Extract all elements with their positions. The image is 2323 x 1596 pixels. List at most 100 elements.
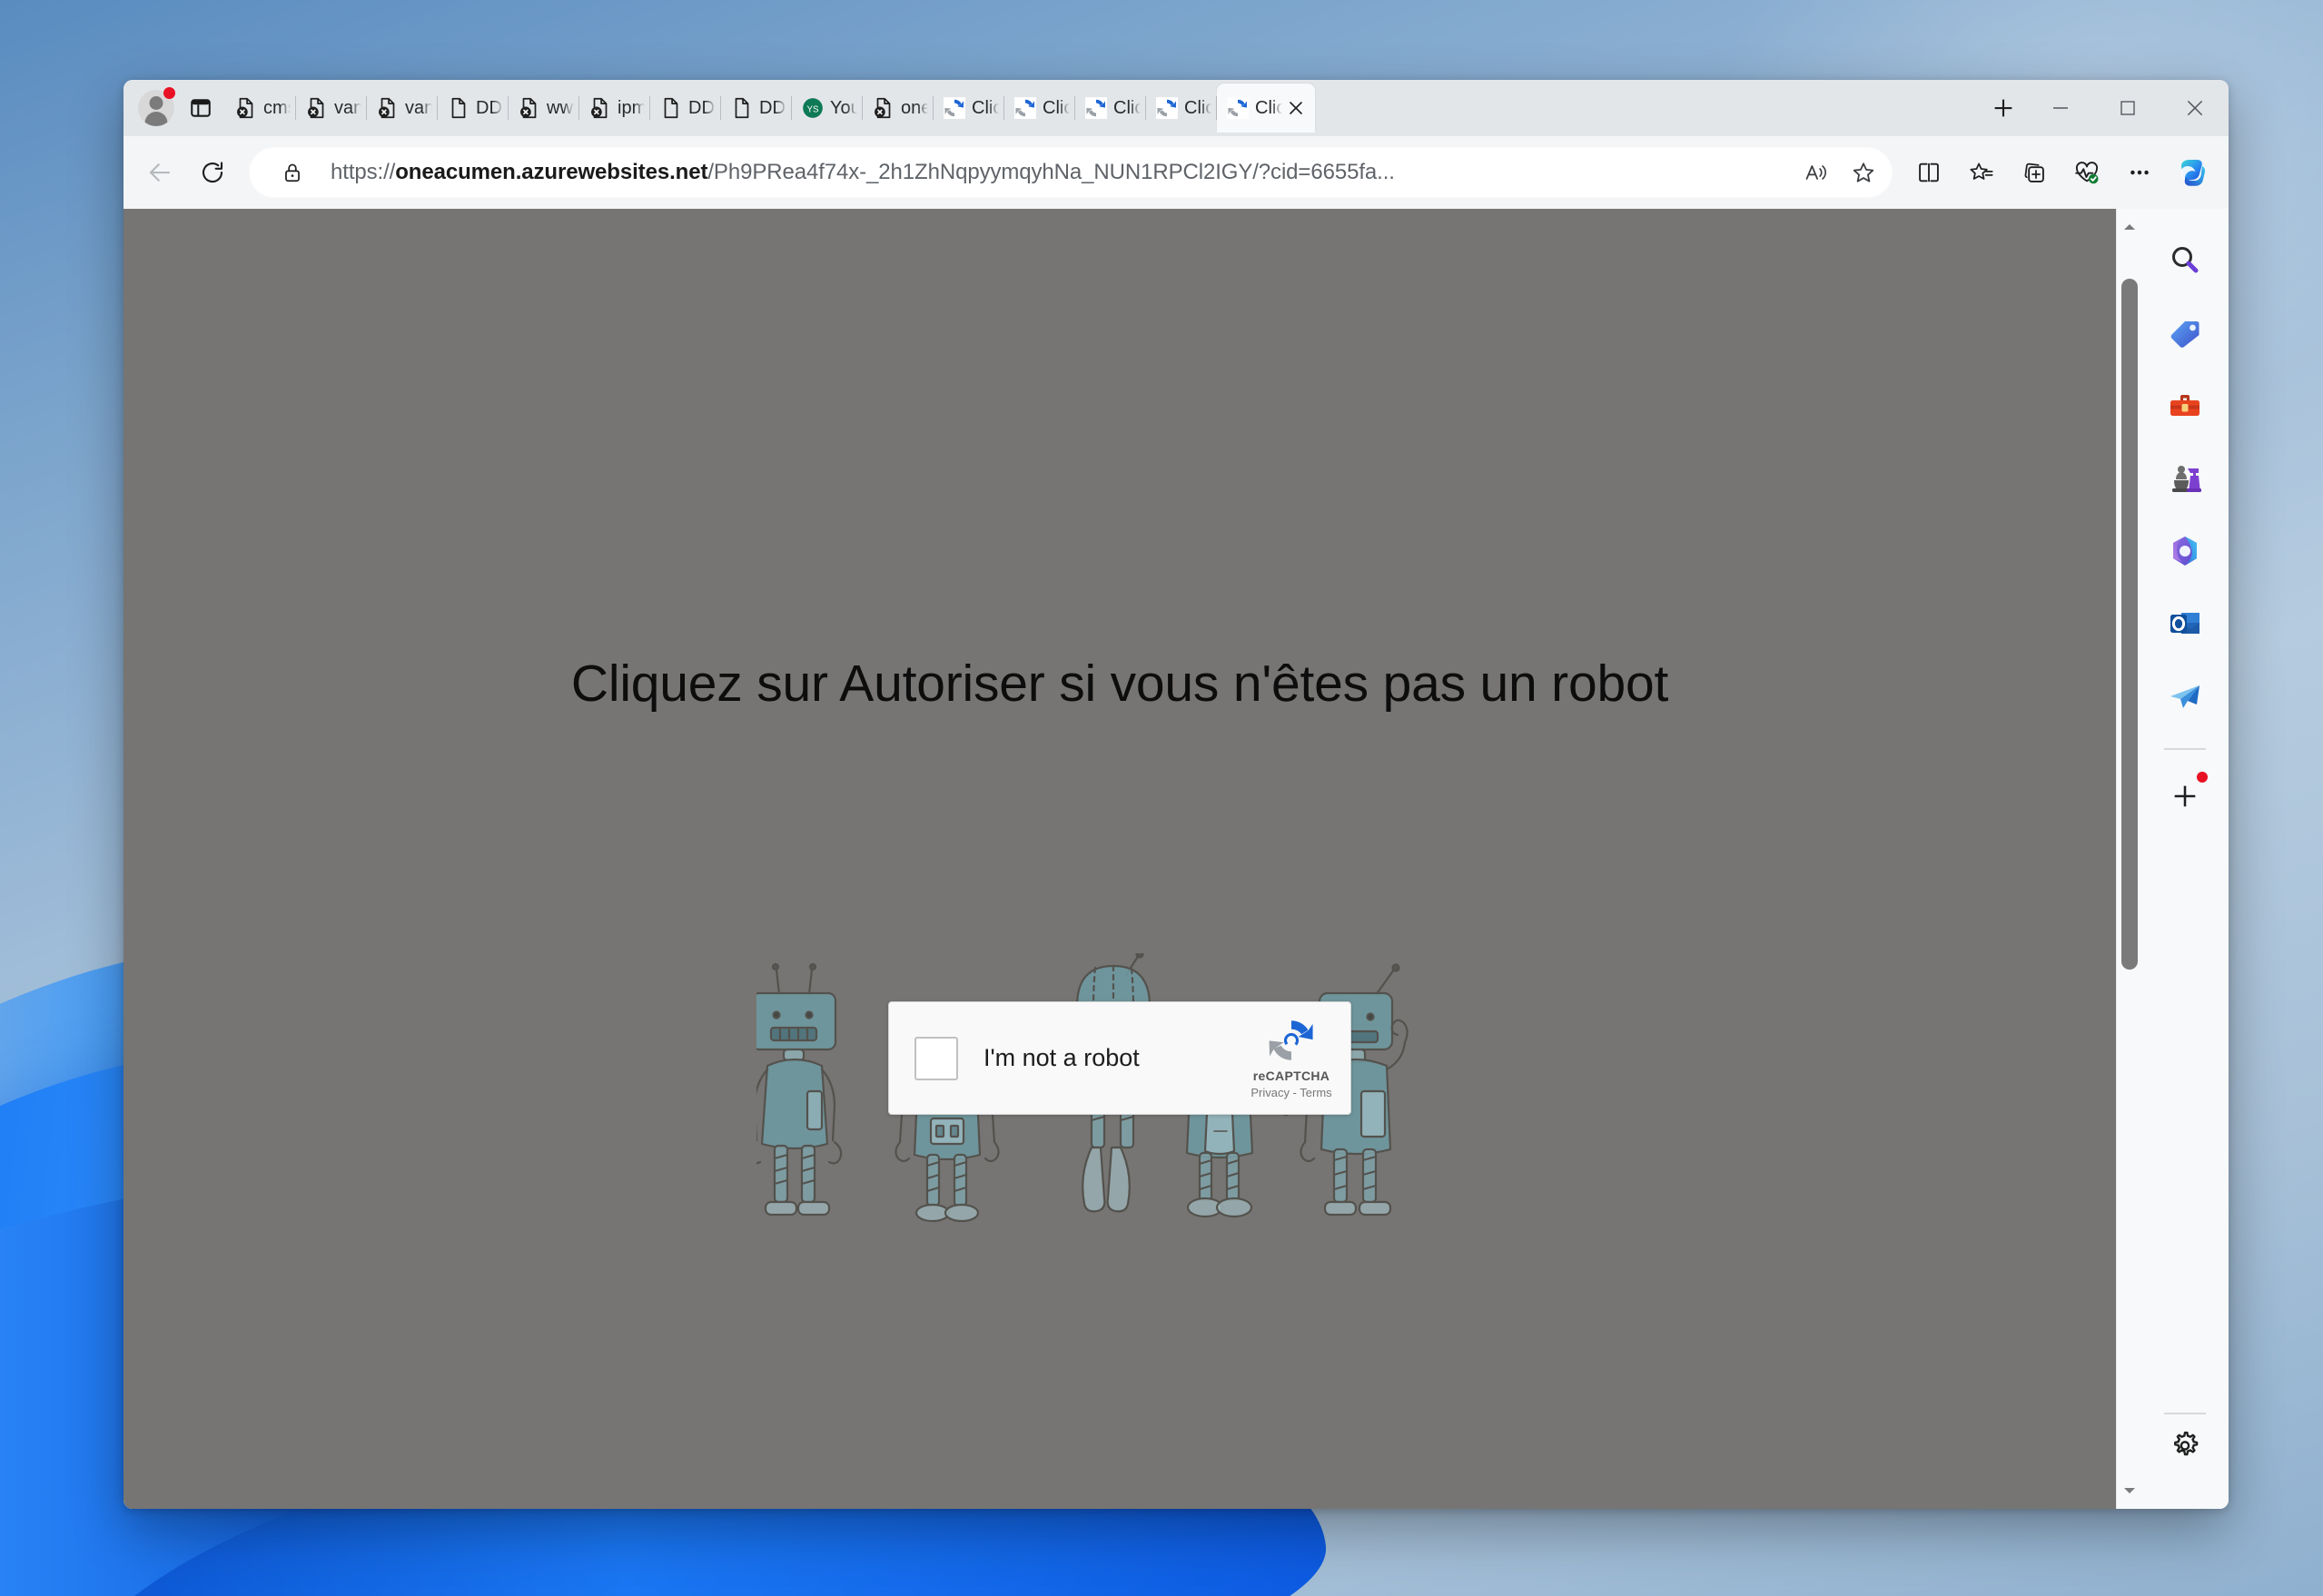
recaptcha-widget[interactable]: I'm not a robot reCAPTCHA Privacy - Term… [888, 1001, 1351, 1115]
plus-icon [1994, 99, 2012, 117]
tab[interactable]: Click [1146, 84, 1217, 133]
tab-favicon [376, 96, 400, 120]
tab-close-button[interactable] [1282, 94, 1310, 122]
sidebar-item-outlook[interactable] [2155, 594, 2215, 654]
tab-favicon [1084, 96, 1108, 120]
split-screen-icon [1919, 163, 1939, 182]
sidebar-item-microsoft365[interactable] [2155, 521, 2215, 581]
minimize-button[interactable] [2027, 80, 2094, 136]
close-button[interactable] [2161, 80, 2229, 136]
tab-favicon [1226, 96, 1250, 120]
chevron-down-icon [2124, 1488, 2135, 1493]
scrollbar-thumb[interactable] [2121, 278, 2138, 970]
maximize-button[interactable] [2094, 80, 2161, 136]
recaptcha-checkbox[interactable] [914, 1036, 958, 1080]
address-bar[interactable]: https://oneacumen.azurewebsites.net/Ph9P… [249, 147, 1893, 198]
sidebar-item-search[interactable] [2155, 231, 2215, 291]
tab[interactable]: vanta [296, 84, 367, 133]
games-icon [2172, 466, 2201, 492]
tab[interactable]: onea [863, 84, 934, 133]
minimize-icon [2053, 107, 2068, 109]
tab-active[interactable]: Click [1217, 84, 1315, 133]
tab-title: vanta [405, 97, 432, 118]
browser-essentials-button[interactable] [2061, 147, 2112, 198]
tab-favicon [305, 96, 329, 120]
broken-page-icon [237, 97, 253, 119]
edge-sidebar [2141, 209, 2229, 1509]
tab-title: Click [1043, 97, 1070, 118]
split-screen-button[interactable] [1903, 147, 1954, 198]
tab-title: DDC [759, 97, 786, 118]
url-host: oneacumen.azurewebsites.net [395, 160, 708, 184]
recaptcha-label: I'm not a robot [984, 1044, 1140, 1071]
tab-title: www [547, 97, 574, 118]
tab-favicon: YS [801, 96, 825, 120]
tab-actions-menu[interactable] [180, 87, 222, 129]
star-icon [1853, 163, 1874, 182]
tab-favicon [1155, 96, 1179, 120]
broken-page-icon [520, 97, 537, 119]
tab-favicon [1013, 96, 1037, 120]
broken-page-icon [308, 97, 324, 119]
add-favorite-button[interactable] [1840, 149, 1887, 196]
recaptcha-terms[interactable]: Privacy - Terms [1250, 1086, 1331, 1099]
sidebar-add-badge [2197, 772, 2208, 783]
favorites-star-list-icon [1970, 163, 1993, 180]
site-information-button[interactable] [269, 149, 316, 196]
tab[interactable]: Click [1075, 84, 1146, 133]
tab-title: ipmi [618, 97, 645, 118]
tab-title: vanta [334, 97, 361, 118]
tab-favicon [943, 96, 966, 120]
profile-avatar[interactable] [133, 84, 180, 132]
sidebar-bottom-divider [2164, 1413, 2206, 1414]
sidebar-item-shopping[interactable] [2155, 303, 2215, 363]
sidebar-settings-button[interactable] [2155, 1416, 2215, 1476]
tab[interactable]: DDC [650, 84, 721, 133]
tab-favicon [518, 96, 541, 120]
tab-favicon [872, 96, 895, 120]
scroll-down-button[interactable] [2117, 1478, 2142, 1503]
refresh-button[interactable] [187, 147, 238, 198]
tab[interactable]: Click [934, 84, 1004, 133]
tab-title: DDC [688, 97, 716, 118]
tab[interactable]: ipmi [579, 84, 650, 133]
search-icon [2172, 247, 2199, 273]
tab[interactable]: YS YouS [792, 84, 863, 133]
sidebar-item-games[interactable] [2155, 448, 2215, 508]
recaptcha-logo-icon [1269, 1020, 1313, 1060]
close-icon [2187, 100, 2203, 116]
tab[interactable]: DDC [438, 84, 509, 133]
sidebar-item-send[interactable] [2155, 666, 2215, 726]
tab[interactable]: cmsp [225, 84, 296, 133]
copilot-button[interactable] [2167, 147, 2218, 198]
new-tab-button[interactable] [1980, 87, 2027, 129]
collections-add-icon [2024, 163, 2044, 182]
tab-title: Click [1184, 97, 1211, 118]
tab[interactable]: www [509, 84, 579, 133]
read-aloud-button[interactable] [1793, 149, 1840, 196]
customize-sidebar-add-button[interactable] [2155, 766, 2215, 826]
scroll-up-button[interactable] [2117, 214, 2142, 240]
tab[interactable]: DDC [721, 84, 792, 133]
page-area: Cliquez sur Autoriser si vous n'êtes pas… [124, 209, 2229, 1509]
tab-title: onea [901, 97, 928, 118]
recaptcha-icon [1156, 97, 1178, 119]
tab[interactable]: Click [1004, 84, 1075, 133]
tab-favicon [588, 96, 612, 120]
tab[interactable]: vanta [367, 84, 438, 133]
collections-button[interactable] [2009, 147, 2060, 198]
gear-icon [2174, 1431, 2199, 1456]
favorites-button[interactable] [1956, 147, 2007, 198]
broken-page-icon [379, 97, 395, 119]
vertical-scrollbar[interactable] [2116, 209, 2141, 1509]
settings-and-more-button[interactable] [2114, 147, 2165, 198]
back-button[interactable] [134, 147, 185, 198]
sidebar-item-tools[interactable] [2155, 376, 2215, 436]
microsoft365-icon [2173, 537, 2197, 566]
url-text[interactable]: https://oneacumen.azurewebsites.net/Ph9P… [316, 160, 1793, 185]
window-controls [2027, 80, 2229, 136]
broken-page-icon [591, 97, 608, 119]
shopping-tag-icon [2170, 321, 2199, 348]
sidebar-divider [2164, 748, 2206, 750]
page-icon [735, 97, 749, 119]
